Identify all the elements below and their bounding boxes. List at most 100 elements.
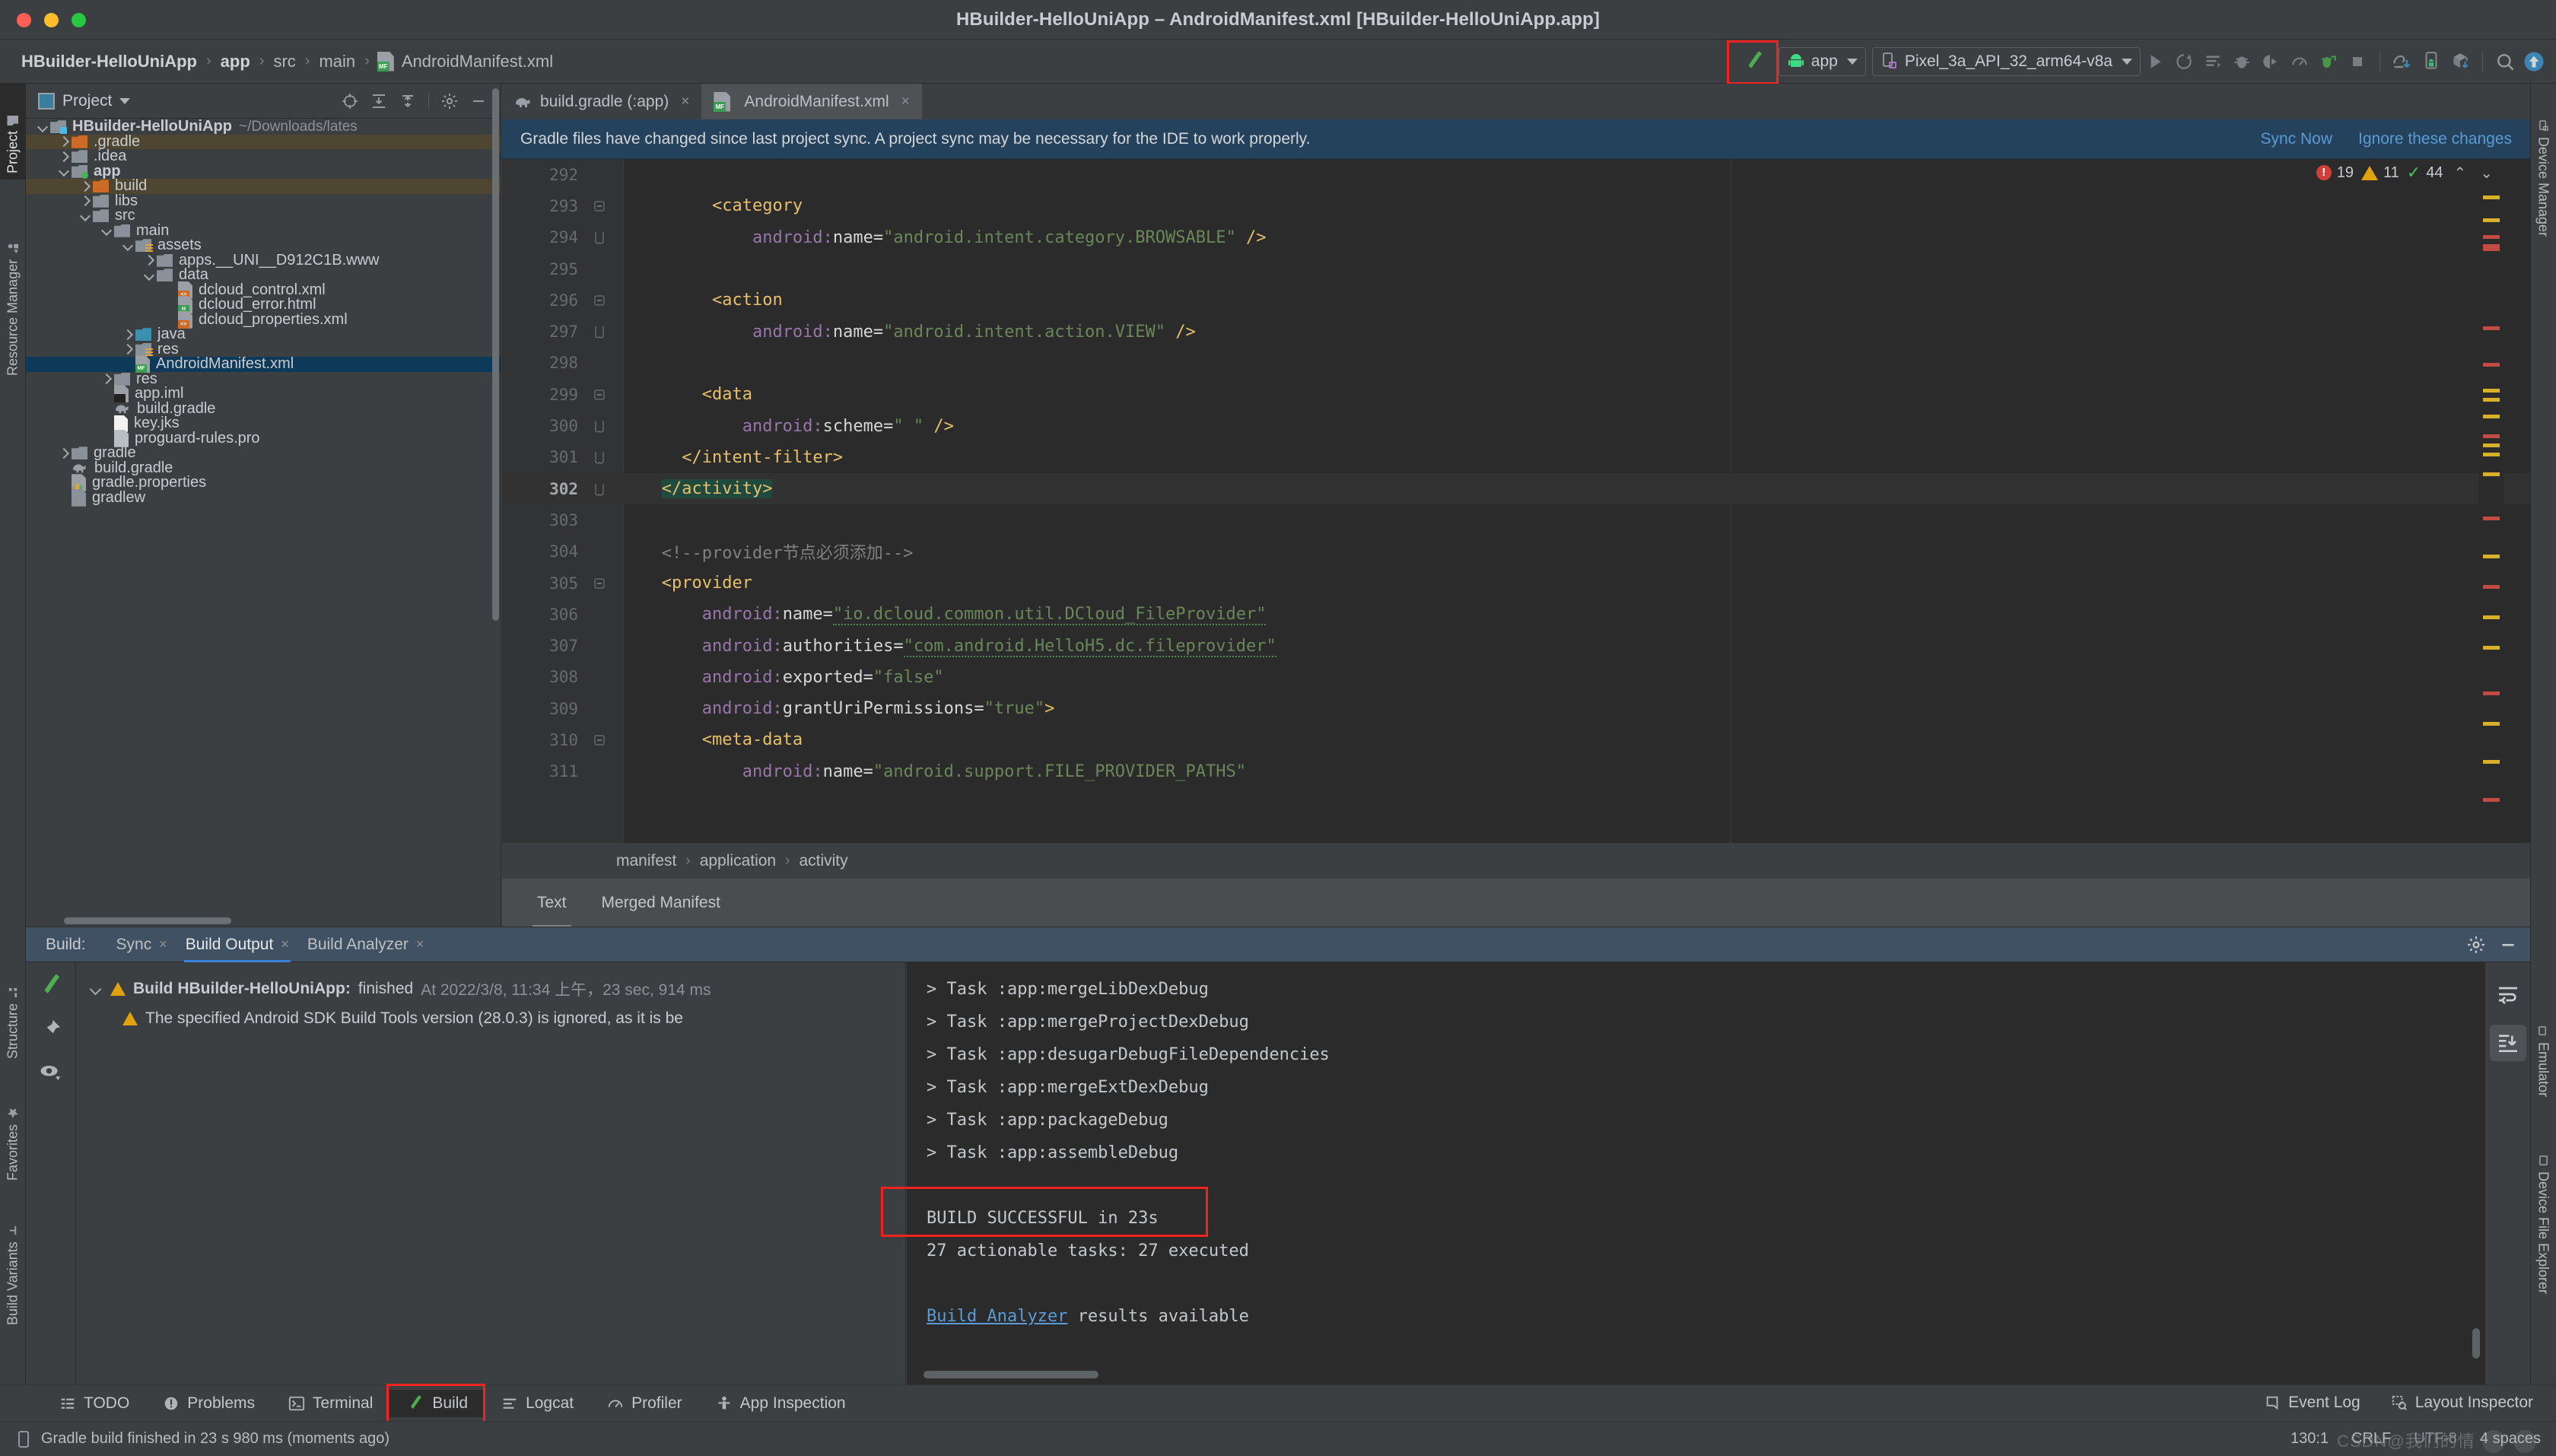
- fold-marker[interactable]: [593, 734, 624, 746]
- sidebar-item-favorites[interactable]: Favorites: [0, 1073, 26, 1187]
- fold-marker[interactable]: [593, 450, 624, 464]
- breadcrumb-file[interactable]: AndroidManifest.xml: [400, 52, 555, 72]
- tab-android-manifest[interactable]: MF AndroidManifest.xml ×: [701, 84, 922, 119]
- make-project-button[interactable]: [1726, 40, 1779, 84]
- run-with-coverage-button[interactable]: [2256, 46, 2285, 77]
- close-tab-icon[interactable]: ×: [281, 936, 289, 952]
- build-event-row[interactable]: Build HBuilder-HelloUniApp: finished At …: [77, 973, 905, 1005]
- apply-changes-button[interactable]: [2198, 46, 2227, 77]
- fold-marker[interactable]: [593, 200, 624, 212]
- soft-wrap-icon[interactable]: [2490, 976, 2526, 1013]
- profiler-button[interactable]: [2285, 46, 2314, 77]
- tree-node-res[interactable]: res: [26, 341, 501, 358]
- chevron-down-icon[interactable]: [58, 165, 70, 177]
- ignore-changes-link[interactable]: Ignore these changes: [2358, 130, 2512, 148]
- tree-node-res[interactable]: res: [26, 370, 501, 387]
- collapse-all-icon[interactable]: [395, 90, 421, 113]
- chevron-down-icon[interactable]: [37, 121, 49, 133]
- chevron-right-icon[interactable]: [122, 343, 134, 355]
- sidebar-item-resource-manager[interactable]: Resource Manager: [0, 183, 26, 382]
- chevron-down-icon[interactable]: [122, 240, 134, 252]
- debug-button[interactable]: [2227, 46, 2256, 77]
- chevron-right-icon[interactable]: [122, 329, 134, 341]
- tree-node-java[interactable]: java: [26, 326, 501, 342]
- window-controls[interactable]: [17, 13, 86, 27]
- run-button[interactable]: [2141, 46, 2170, 77]
- eye-icon[interactable]: [39, 1060, 63, 1084]
- chevron-right-icon[interactable]: [58, 151, 70, 163]
- tree-node-data[interactable]: data: [26, 266, 501, 283]
- sync-now-link[interactable]: Sync Now: [2260, 130, 2332, 148]
- error-count[interactable]: ! 19: [2316, 164, 2354, 182]
- close-window-button[interactable]: [17, 13, 31, 27]
- pin-icon[interactable]: [39, 1017, 63, 1041]
- close-tab-icon[interactable]: ×: [681, 94, 689, 110]
- build-console-output[interactable]: > Task :app:mergeLibDexDebug > Task :app:…: [907, 962, 2484, 1384]
- breadcrumb-app[interactable]: app: [219, 52, 252, 72]
- update-available-button[interactable]: [2519, 46, 2548, 77]
- build-analyzer-link[interactable]: Build Analyzer: [927, 1307, 1067, 1326]
- next-problem-icon[interactable]: ⌄: [2477, 164, 2496, 183]
- tree-node-apps-uni-d912c1b-www[interactable]: apps.__UNI__D912C1B.www: [26, 252, 501, 269]
- chevron-right-icon[interactable]: [143, 254, 155, 266]
- tree-node-key-jks[interactable]: key.jks: [26, 415, 501, 432]
- chevron-down-icon[interactable]: [89, 982, 103, 996]
- sidebar-item-device-file-explorer[interactable]: Device File Explorer: [2530, 1149, 2556, 1346]
- event-log-button[interactable]: Event Log: [2264, 1389, 2360, 1416]
- tree-node-dcloud-error-html[interactable]: Hdcloud_error.html: [26, 296, 501, 314]
- tree-node-dcloud-properties-xml[interactable]: <> dcloud_properties.xml: [26, 310, 501, 329]
- tree-node-androidmanifest-xml[interactable]: MF AndroidManifest.xml: [26, 355, 501, 374]
- build-tab-build-output[interactable]: Build Output ×: [176, 927, 298, 965]
- caret-position[interactable]: 130:1: [2291, 1430, 2329, 1448]
- build-tab-build-analyzer[interactable]: Build Analyzer ×: [298, 927, 434, 963]
- build-event-row[interactable]: The specified Android SDK Build Tools ve…: [77, 1005, 905, 1032]
- bottom-tab-app-inspection[interactable]: App Inspection: [699, 1390, 863, 1417]
- tree-node--gradle[interactable]: .gradle: [26, 133, 501, 150]
- project-tree-hscrollbar[interactable]: [64, 917, 231, 924]
- sync-gradle-button[interactable]: [2446, 46, 2475, 77]
- sidebar-item-project[interactable]: Project: [0, 84, 26, 180]
- bottom-tab-build[interactable]: Build: [386, 1383, 486, 1429]
- chevron-down-icon[interactable]: [119, 97, 131, 104]
- tree-node-src[interactable]: src: [26, 207, 501, 224]
- minimize-window-button[interactable]: [44, 13, 59, 27]
- breadcrumb-src[interactable]: src: [272, 52, 297, 72]
- expand-all-icon[interactable]: [366, 90, 392, 113]
- tree-node-build[interactable]: build: [26, 177, 501, 194]
- device-selector[interactable]: Pixel_3a_API_32_arm64-v8a: [1871, 47, 2141, 76]
- bottom-tab-problems[interactable]: Problems: [146, 1390, 272, 1417]
- minimize-icon[interactable]: [2498, 935, 2518, 955]
- build-events-tree[interactable]: Build HBuilder-HelloUniApp: finished At …: [77, 962, 906, 1384]
- breadcrumb-manifest[interactable]: manifest: [616, 852, 676, 870]
- fold-marker[interactable]: [593, 577, 624, 590]
- fold-marker[interactable]: [593, 294, 624, 307]
- project-tree-scrollbar[interactable]: [492, 88, 499, 621]
- chevron-down-icon[interactable]: [143, 269, 155, 281]
- close-tab-icon[interactable]: ×: [159, 936, 167, 952]
- sidebar-item-emulator[interactable]: Emulator: [2530, 1019, 2556, 1133]
- tree-node-gradle[interactable]: gradle: [26, 444, 501, 461]
- project-tree[interactable]: HBuilder-HelloUniApp ~/Downloads/lates .gr…: [26, 119, 501, 927]
- layout-inspector-button[interactable]: Layout Inspector: [2391, 1389, 2533, 1416]
- sdk-manager-button[interactable]: [2388, 46, 2417, 77]
- bottom-tab-profiler[interactable]: Profiler: [590, 1390, 699, 1417]
- tree-node-gradle-properties[interactable]: gradle.properties: [26, 474, 501, 492]
- tree-node-assets[interactable]: assets: [26, 237, 501, 253]
- console-link-line[interactable]: Build Analyzer results available: [927, 1300, 2484, 1333]
- chevron-right-icon[interactable]: [58, 447, 70, 459]
- console-horizontal-scrollbar[interactable]: [924, 1371, 1098, 1378]
- fold-marker[interactable]: [593, 482, 624, 496]
- maximize-window-button[interactable]: [72, 13, 86, 27]
- breadcrumb-project[interactable]: HBuilder-HelloUniApp: [20, 52, 199, 72]
- chevron-right-icon[interactable]: [79, 180, 91, 192]
- tree-node-main[interactable]: main: [26, 222, 501, 239]
- bottom-tab-todo[interactable]: TODO: [43, 1390, 146, 1417]
- tree-node-dcloud-control-xml[interactable]: <> dcloud_control.xml: [26, 281, 501, 299]
- warning-count[interactable]: 11: [2361, 164, 2399, 182]
- bottom-tab-terminal[interactable]: Terminal: [272, 1390, 389, 1417]
- fold-marker[interactable]: [593, 419, 624, 433]
- bottom-tab-logcat[interactable]: Logcat: [485, 1390, 590, 1417]
- tree-node-hbuilder-hellouniapp[interactable]: HBuilder-HelloUniApp ~/Downloads/lates: [26, 119, 501, 135]
- stop-button[interactable]: [2343, 46, 2372, 77]
- hammer-icon[interactable]: [38, 973, 64, 999]
